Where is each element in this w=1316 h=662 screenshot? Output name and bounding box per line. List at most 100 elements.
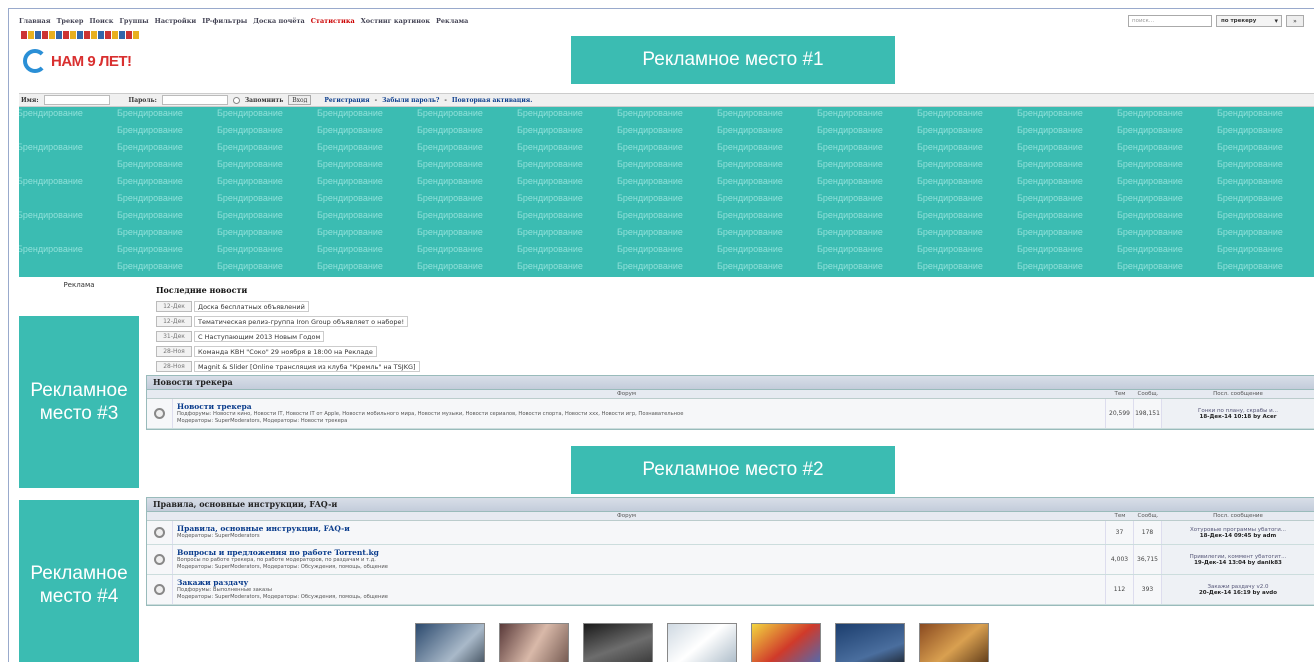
news-link[interactable]: Magnit & Slider [Online трансляция из кл… <box>194 360 420 372</box>
news-link[interactable]: Доска бесплатных объявлений <box>194 300 309 312</box>
col-posts: Сообщ. <box>1137 391 1159 397</box>
branding-watermark: Брендирование <box>1117 261 1183 271</box>
section-title[interactable]: Правила, основные инструкции, FAQ-и <box>147 498 1314 512</box>
branding-watermark: Брендирование <box>917 108 983 118</box>
nav-item[interactable]: Настройки <box>155 17 197 29</box>
nav-item[interactable]: Хостинг картинок <box>361 17 430 29</box>
poster-thumbnail[interactable] <box>583 623 653 662</box>
forum-subforums: Модераторы: SuperModerators <box>177 533 260 539</box>
col-topics: Тем <box>1114 391 1126 397</box>
search-input[interactable]: поиск... <box>1128 15 1212 27</box>
forum-last-post[interactable]: Хотуровые программы убатоги... 18-Дек-14 … <box>1162 521 1314 544</box>
news-link[interactable]: С Наступающим 2013 Новым Годом <box>194 330 325 342</box>
branding-watermark: Брендирование <box>617 210 683 220</box>
poster-thumbnail[interactable] <box>919 623 989 662</box>
section-title[interactable]: Новости трекера <box>147 376 1314 390</box>
branding-banner[interactable]: Брендирование Брендирование Брендирование Б… <box>19 107 1314 277</box>
search-submit-button[interactable]: » <box>1286 15 1304 27</box>
branding-watermark: Брендирование <box>19 210 83 220</box>
forum-name-link[interactable]: Закажи раздачу <box>177 578 1101 587</box>
news-item[interactable]: 31-Дек С Наступающим 2013 Новым Годом <box>156 329 756 343</box>
branding-watermark: Брендирование <box>617 125 683 135</box>
col-posts: Сообщ. <box>1137 513 1159 519</box>
branding-watermark: Брендирование <box>217 227 283 237</box>
branding-watermark: Брендирование <box>917 244 983 254</box>
poster-thumbnail[interactable] <box>415 623 485 662</box>
branding-watermark: Брендирование <box>117 244 183 254</box>
branding-watermark: Брендирование <box>517 108 583 118</box>
branding-watermark: Брендирование <box>417 176 483 186</box>
branding-watermark: Брендирование <box>1217 227 1283 237</box>
username-field[interactable] <box>43 95 110 105</box>
forum-status-icon <box>147 399 173 428</box>
nav-item[interactable]: Реклама <box>436 17 468 29</box>
poster-thumbnail[interactable] <box>499 623 569 662</box>
search-scope-select[interactable]: по трекеру <box>1216 15 1282 27</box>
forum-subforums: Подфорумы: Новости кино, Новости IT, Нов… <box>177 411 684 417</box>
branding-watermark: Брендирование <box>917 210 983 220</box>
news-list: 12-Дек Доска бесплатных объявлений 12-Дек Т… <box>156 299 756 374</box>
site-logo[interactable]: НАМ 9 ЛЕТ! <box>19 31 169 87</box>
branding-watermark: Брендирование <box>1017 142 1083 152</box>
branding-watermark: Брендирование <box>717 142 783 152</box>
ad-slot-2[interactable]: Рекламное место #2 <box>571 446 895 494</box>
forum-name-link[interactable]: Новости трекера <box>177 402 1101 411</box>
news-link[interactable]: Тематическая релиз-группа Iron Group объ… <box>194 315 409 327</box>
branding-watermark: Брендирование <box>717 176 783 186</box>
table-header: Форум Тем Сообщ. Посл. сообщение <box>147 512 1314 521</box>
branding-watermark: Брендирование <box>917 142 983 152</box>
news-item[interactable]: 28-Ноя Команда КВН "Соко" 29 ноября в 18:… <box>156 344 756 358</box>
branding-watermark: Брендирование <box>117 176 183 186</box>
ad-slot-1[interactable]: Рекламное место #1 <box>571 36 895 84</box>
forum-name-link[interactable]: Правила, основные инструкции, FAQ-и <box>177 524 1101 533</box>
branding-watermark: Брендирование <box>217 108 283 118</box>
table-row: Новости трекера Подфорумы: Новости кино, … <box>147 399 1314 429</box>
nav-item[interactable]: Группы <box>119 17 148 29</box>
remember-checkbox[interactable] <box>232 96 240 104</box>
ad-slot-2-label: Рекламное место #2 <box>642 459 824 480</box>
register-link[interactable]: Регистрация <box>324 97 369 104</box>
last-post-meta: 18-Дек-14 10:18 by Acer <box>1199 413 1277 420</box>
branding-watermark: Брендирование <box>217 244 283 254</box>
news-item[interactable]: 28-Ноя Magnit & Slider [Online трансляция… <box>156 359 756 373</box>
news-item[interactable]: 12-Дек Тематическая релиз-группа Iron Gro… <box>156 314 756 328</box>
forum-last-post[interactable]: Закажи раздачу v2.0 20-Дек-14 16:19 by av… <box>1162 575 1314 604</box>
poster-thumbnail[interactable] <box>835 623 905 662</box>
logo-e-icon <box>23 49 47 73</box>
forum-name-link[interactable]: Вопросы и предложения по работе Torrent.… <box>177 548 1101 557</box>
branding-watermark: Брендирование <box>817 108 883 118</box>
ad-slot-4[interactable]: Рекламное место #4 <box>19 500 139 662</box>
nav-item[interactable]: Трекер <box>57 17 84 29</box>
forgot-password-link[interactable]: Забыли пароль? <box>382 97 439 104</box>
branding-watermark: Брендирование <box>1117 142 1183 152</box>
nav-item[interactable]: Поиск <box>89 17 113 29</box>
nav-item[interactable]: Статистика <box>311 17 355 29</box>
forum-topics-count: 20,599 <box>1106 399 1134 428</box>
login-button[interactable]: Вход <box>288 95 312 105</box>
poster-thumbnail[interactable] <box>751 623 821 662</box>
branding-watermark: Брендирование <box>117 227 183 237</box>
nav-item[interactable]: Доска почёта <box>253 17 304 29</box>
branding-watermark: Брендирование <box>217 210 283 220</box>
forum-last-post[interactable]: Привилегии, коммент убатогит... 19-Дек-14… <box>1162 545 1314 574</box>
resend-activation-link[interactable]: Повторная активация. <box>452 97 532 104</box>
branding-watermark: Брендирование <box>217 125 283 135</box>
branding-watermark: Брендирование <box>317 142 383 152</box>
col-topics: Тем <box>1114 513 1126 519</box>
news-date: 31-Дек <box>156 330 192 342</box>
branding-watermark: Брендирование <box>417 108 483 118</box>
branding-watermark: Брендирование <box>517 193 583 203</box>
news-item[interactable]: 12-Дек Доска бесплатных объявлений <box>156 299 756 313</box>
nav-item[interactable]: IP-фильтры <box>202 17 247 29</box>
password-field[interactable] <box>161 95 228 105</box>
branding-watermark: Брендирование <box>1217 125 1283 135</box>
poster-thumbnail[interactable] <box>667 623 737 662</box>
ad-slot-3[interactable]: Рекламное место #3 <box>19 316 139 488</box>
forum-moderators: Модераторы: SuperModerators, Модераторы:… <box>177 594 388 600</box>
branding-watermark: Брендирование <box>217 142 283 152</box>
forum-moderators: Модераторы: SuperModerators, Модераторы:… <box>177 564 388 570</box>
nav-item[interactable]: Главная <box>19 17 51 29</box>
poster-strip <box>415 623 989 662</box>
forum-last-post[interactable]: Гонки по плану, скрабы и... 18-Дек-14 10:… <box>1162 399 1314 428</box>
news-link[interactable]: Команда КВН "Соко" 29 ноября в 18:00 на … <box>194 345 377 357</box>
